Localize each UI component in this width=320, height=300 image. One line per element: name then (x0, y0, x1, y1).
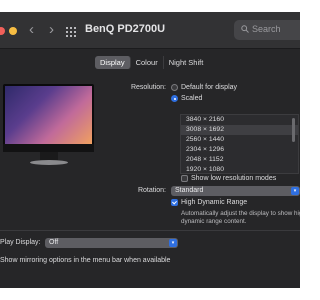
rotation-select[interactable]: Standard ▾ (171, 186, 300, 196)
resolution-option[interactable]: 3840 × 2160 (181, 115, 298, 125)
close-window-button[interactable] (0, 27, 5, 35)
monitor-stand (40, 152, 58, 160)
hdr-description-line1: Automatically adjust the display to show… (181, 210, 300, 217)
minimize-window-button[interactable] (9, 27, 17, 35)
hdr-description-line2: dynamic range content. (181, 218, 247, 225)
hdr-label: High Dynamic Range (181, 199, 248, 206)
resolution-list-scrollbar[interactable] (292, 118, 295, 142)
resolution-option-selected[interactable]: 3008 × 1692 (181, 125, 298, 135)
tab-bar: Display Colour Night Shift (95, 56, 208, 69)
title-bar: ‹ › BenQ PD2700U Search (0, 12, 300, 49)
resolution-list[interactable]: 3840 × 2160 3008 × 1692 2560 × 1440 2304… (180, 114, 299, 174)
tab-colour[interactable]: Colour (131, 56, 164, 69)
resolution-option[interactable]: 1920 × 1080 (181, 165, 298, 173)
mirroring-options-label: Show mirroring options in the menu bar w… (0, 257, 171, 264)
hdr-checkbox[interactable] (171, 199, 178, 206)
monitor-base (30, 160, 68, 165)
tab-display[interactable]: Display (95, 56, 131, 69)
forward-icon[interactable]: › (49, 22, 54, 38)
rotation-value: Standard (175, 187, 204, 194)
monitor-image (3, 84, 94, 146)
scaled-radio[interactable] (171, 95, 178, 102)
show-low-res-label: Show low resolution modes (191, 175, 277, 182)
show-low-res-checkbox[interactable] (181, 175, 188, 182)
resolution-option[interactable]: 2304 × 1296 (181, 145, 298, 155)
preferences-window: ‹ › BenQ PD2700U Search Display Colour N… (0, 12, 300, 288)
tab-night-shift[interactable]: Night Shift (164, 56, 209, 69)
window-title: BenQ PD2700U (85, 23, 166, 35)
resolution-option[interactable]: 2048 × 1152 (181, 155, 298, 165)
resolution-label: Resolution: (130, 84, 166, 91)
section-divider (0, 230, 300, 231)
search-icon (241, 25, 249, 33)
default-for-display-label: Default for display (181, 84, 238, 91)
resolution-option[interactable]: 2560 × 1440 (181, 135, 298, 145)
airplay-display-value: Off (49, 239, 59, 246)
monitor-bezel (3, 144, 94, 152)
rotation-label: Rotation: (137, 187, 166, 194)
airplay-display-select[interactable]: Off ▾ (45, 238, 178, 248)
default-for-display-radio[interactable] (171, 84, 178, 91)
chevron-updown-icon: ▾ (169, 239, 177, 247)
back-icon[interactable]: ‹ (29, 22, 34, 38)
search-field[interactable]: Search (234, 20, 300, 40)
scaled-label: Scaled (181, 95, 203, 102)
search-placeholder: Search (252, 24, 281, 34)
airplay-display-label: Play Display: (0, 239, 41, 246)
chevron-updown-icon: ▾ (291, 187, 299, 195)
show-all-grid-icon[interactable] (66, 27, 76, 37)
